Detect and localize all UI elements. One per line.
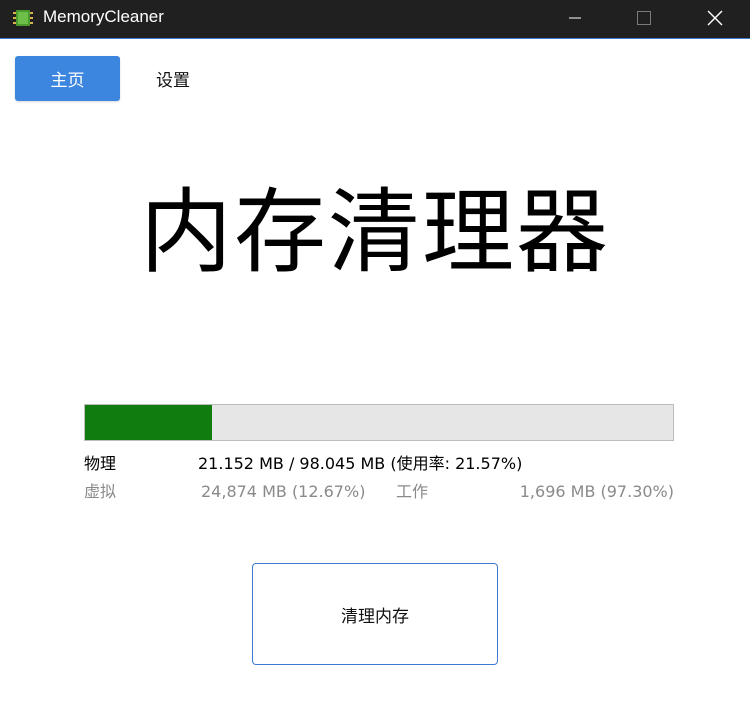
- virtual-memory-label: 虚拟: [84, 482, 117, 501]
- memory-usage-progress: [84, 404, 674, 441]
- nav-tab-settings[interactable]: 设置: [137, 56, 209, 101]
- working-set-label: 工作: [396, 482, 429, 501]
- nav-tab-home[interactable]: 主页: [15, 56, 120, 101]
- minimize-button[interactable]: [552, 0, 598, 36]
- window-title: MemoryCleaner: [43, 7, 164, 26]
- minimize-icon: [569, 17, 581, 19]
- maximize-icon: [637, 11, 651, 25]
- clean-memory-button[interactable]: 清理内存: [252, 563, 498, 665]
- memory-chip-icon: [13, 10, 33, 26]
- memory-usage-progress-fill: [85, 405, 212, 440]
- page-title: 内存清理器: [139, 179, 610, 286]
- close-icon: [707, 10, 723, 26]
- maximize-button[interactable]: [621, 0, 667, 36]
- title-bar[interactable]: MemoryCleaner: [0, 0, 750, 39]
- physical-memory-label: 物理: [84, 454, 117, 473]
- close-button[interactable]: [692, 0, 738, 36]
- working-set-value: 1,696 MB (97.30%): [519, 482, 674, 501]
- app-window: MemoryCleaner 主页 设置 内存清理器 物理 21.152 MB /…: [0, 0, 750, 714]
- virtual-memory-value: 24,874 MB (12.67%): [201, 482, 366, 501]
- physical-memory-value: 21.152 MB / 98.045 MB (使用率: 21.57%): [198, 454, 523, 473]
